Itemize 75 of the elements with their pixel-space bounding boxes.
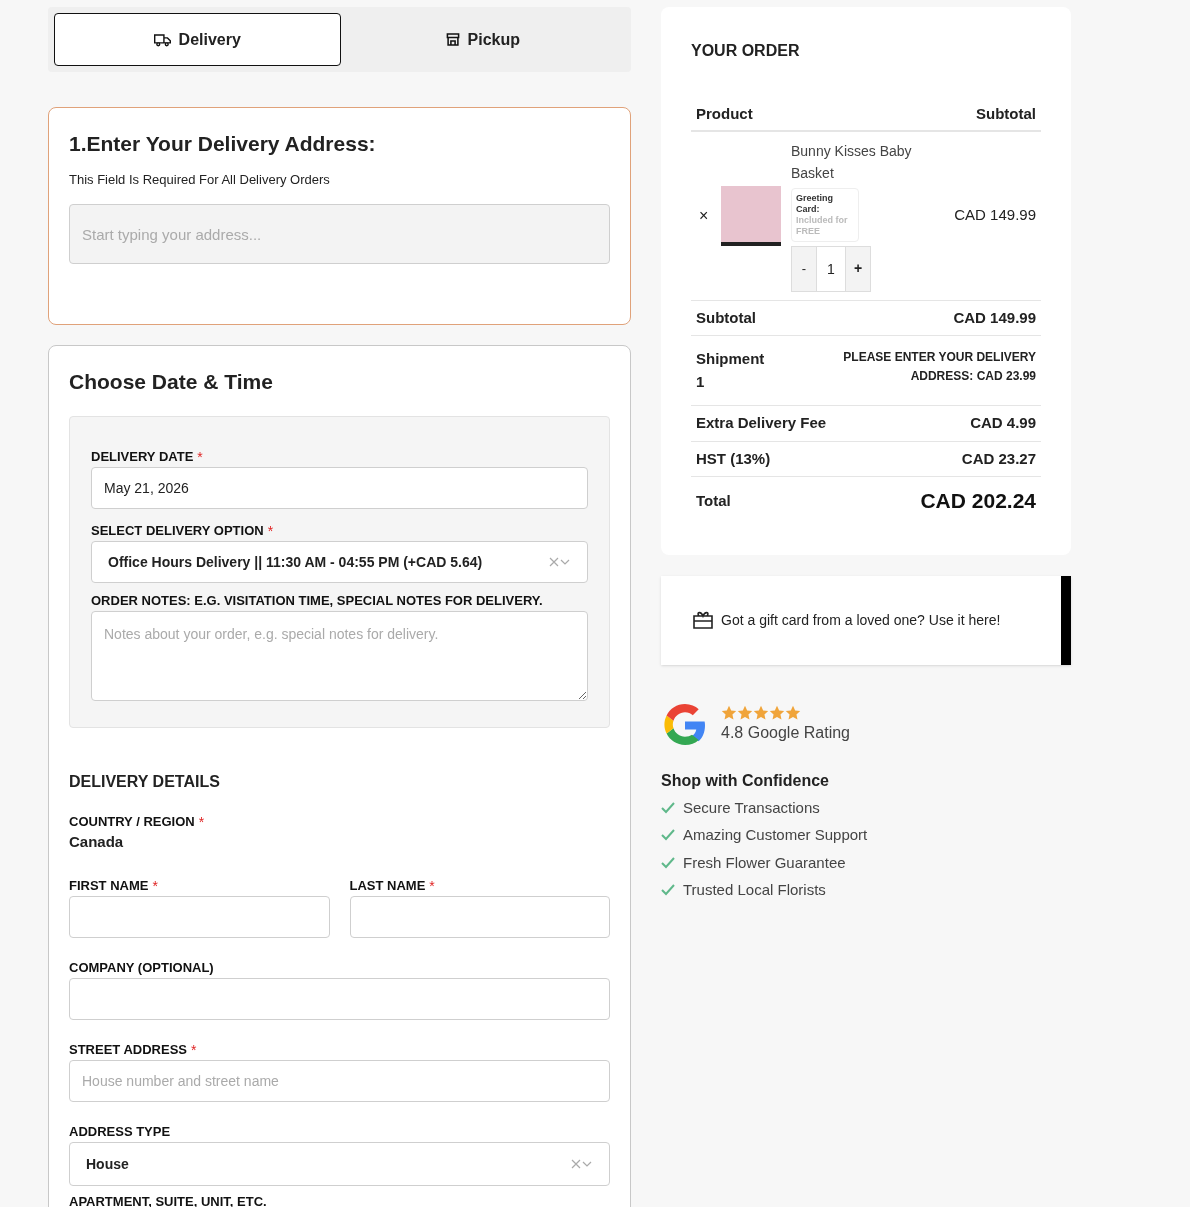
address-type-select[interactable]: House (69, 1142, 610, 1186)
product-photo-placeholder (721, 185, 781, 246)
column-header: Subtotal (976, 104, 1036, 124)
required-asterisk: * (429, 878, 435, 894)
clear-and-caret-icon[interactable] (549, 557, 571, 567)
required-asterisk: * (191, 1042, 197, 1058)
summary-value: CAD 202.24 (920, 488, 1036, 514)
section-title: DELIVERY DETAILS (69, 772, 221, 792)
rating-text: 4.8 Google Rating (721, 722, 850, 743)
field-label: COUNTRY / REGION (69, 814, 195, 830)
order-title: YOUR ORDER (691, 41, 801, 61)
star-icon (721, 704, 737, 721)
section-title: 1.Enter Your Delivery Address: (69, 131, 377, 157)
required-asterisk: * (197, 449, 203, 465)
confidence-item: Fresh Flower Guarantee (683, 852, 846, 873)
summary-label: Extra Delivery Fee (696, 413, 827, 433)
field-label: COMPANY (OPTIONAL) (69, 960, 214, 976)
summary-label: HST (13%) (696, 448, 771, 469)
product-price: CAD 149.99 (954, 205, 1037, 226)
field-label: FIRST NAME (69, 878, 149, 894)
required-asterisk: * (152, 878, 158, 894)
company-field[interactable] (69, 978, 610, 1020)
date-field[interactable]: May 21, 2026 (91, 467, 588, 509)
remove-button[interactable]: × (691, 203, 721, 228)
address-input[interactable]: Start typing your address... (69, 204, 610, 264)
summary-value: CAD 4.99 (970, 413, 1036, 433)
order-notes-field[interactable]: Notes about your order, e.g. special notes for delivery. (91, 611, 588, 701)
field-label: ORDER NOTES: E.G. VISITATION TIME, SPECIAL NOTES FOR DELIVERY. (91, 593, 543, 609)
required-asterisk: * (267, 523, 274, 539)
column-header: Product (696, 104, 753, 124)
store-icon (445, 32, 460, 47)
tab[interactable]: Pickup (340, 13, 625, 66)
decrease-button[interactable]: - (791, 245, 817, 292)
summary-value: CAD 23.27 (961, 448, 1036, 469)
summary-label: Shipment 1 (696, 349, 766, 392)
helper-text: This Field Is Required For All Delivery Orders (69, 172, 331, 188)
check-icon (661, 856, 675, 869)
select-value: House (86, 1154, 129, 1174)
gift-card-banner[interactable]: Got a gift card from a loved one? Use it here! (661, 575, 1071, 665)
summary-value: PLEASE ENTER YOUR DELIVERY ADDRESS: CAD 23.99 (842, 349, 1036, 385)
field-label: STREET ADDRESS (69, 1042, 187, 1058)
summary-label: Total (696, 490, 731, 511)
confidence-item: Amazing Customer Support (683, 825, 868, 845)
field-label: DELIVERY DATE (91, 449, 194, 465)
section-title: Choose Date & Time (69, 369, 274, 395)
street-address-field[interactable]: House number and street name (69, 1060, 610, 1102)
star-icon (769, 704, 785, 721)
required-asterisk: * (198, 814, 205, 830)
check-icon (661, 884, 675, 897)
select-value: Office Hours Delivery || 11:30 AM - 04:55 PM (+CAD 5.64) (108, 552, 483, 572)
truck-icon (153, 32, 171, 47)
first-name-field[interactable] (69, 896, 330, 938)
clear-and-caret-icon[interactable] (571, 1159, 593, 1169)
product-name: Bunny Kisses Baby Basket (791, 141, 913, 183)
gift-card-text: Got a gift card from a loved one? Use it here! (721, 610, 1001, 630)
check-icon (661, 829, 675, 842)
confidence-item: Trusted Local Florists (683, 880, 826, 900)
field-label: LAST NAME (349, 878, 426, 894)
summary-value: CAD 149.99 (953, 307, 1036, 328)
confidence-item: Secure Transactions (683, 797, 820, 818)
last-name-field[interactable] (349, 896, 610, 938)
check-icon (661, 801, 675, 814)
country-value: Canada (69, 832, 125, 852)
greeting-card-note: Greeting Card: Included for FREE (791, 187, 859, 242)
field-label: SELECT DELIVERY OPTION (91, 523, 264, 539)
summary-label: Subtotal (696, 307, 756, 328)
star-icon (737, 704, 753, 721)
star-icon (785, 704, 801, 721)
delivery-option-select[interactable]: Office Hours Delivery || 11:30 AM - 04:55 PM (+CAD 5.64) (91, 541, 588, 583)
field-label: ADDRESS TYPE (69, 1124, 171, 1140)
star-icon (753, 704, 769, 721)
gift-icon (693, 611, 713, 629)
tab[interactable]: Delivery (54, 13, 341, 66)
confidence-title: Shop with Confidence (661, 770, 830, 791)
increase-button[interactable]: + (845, 245, 871, 292)
